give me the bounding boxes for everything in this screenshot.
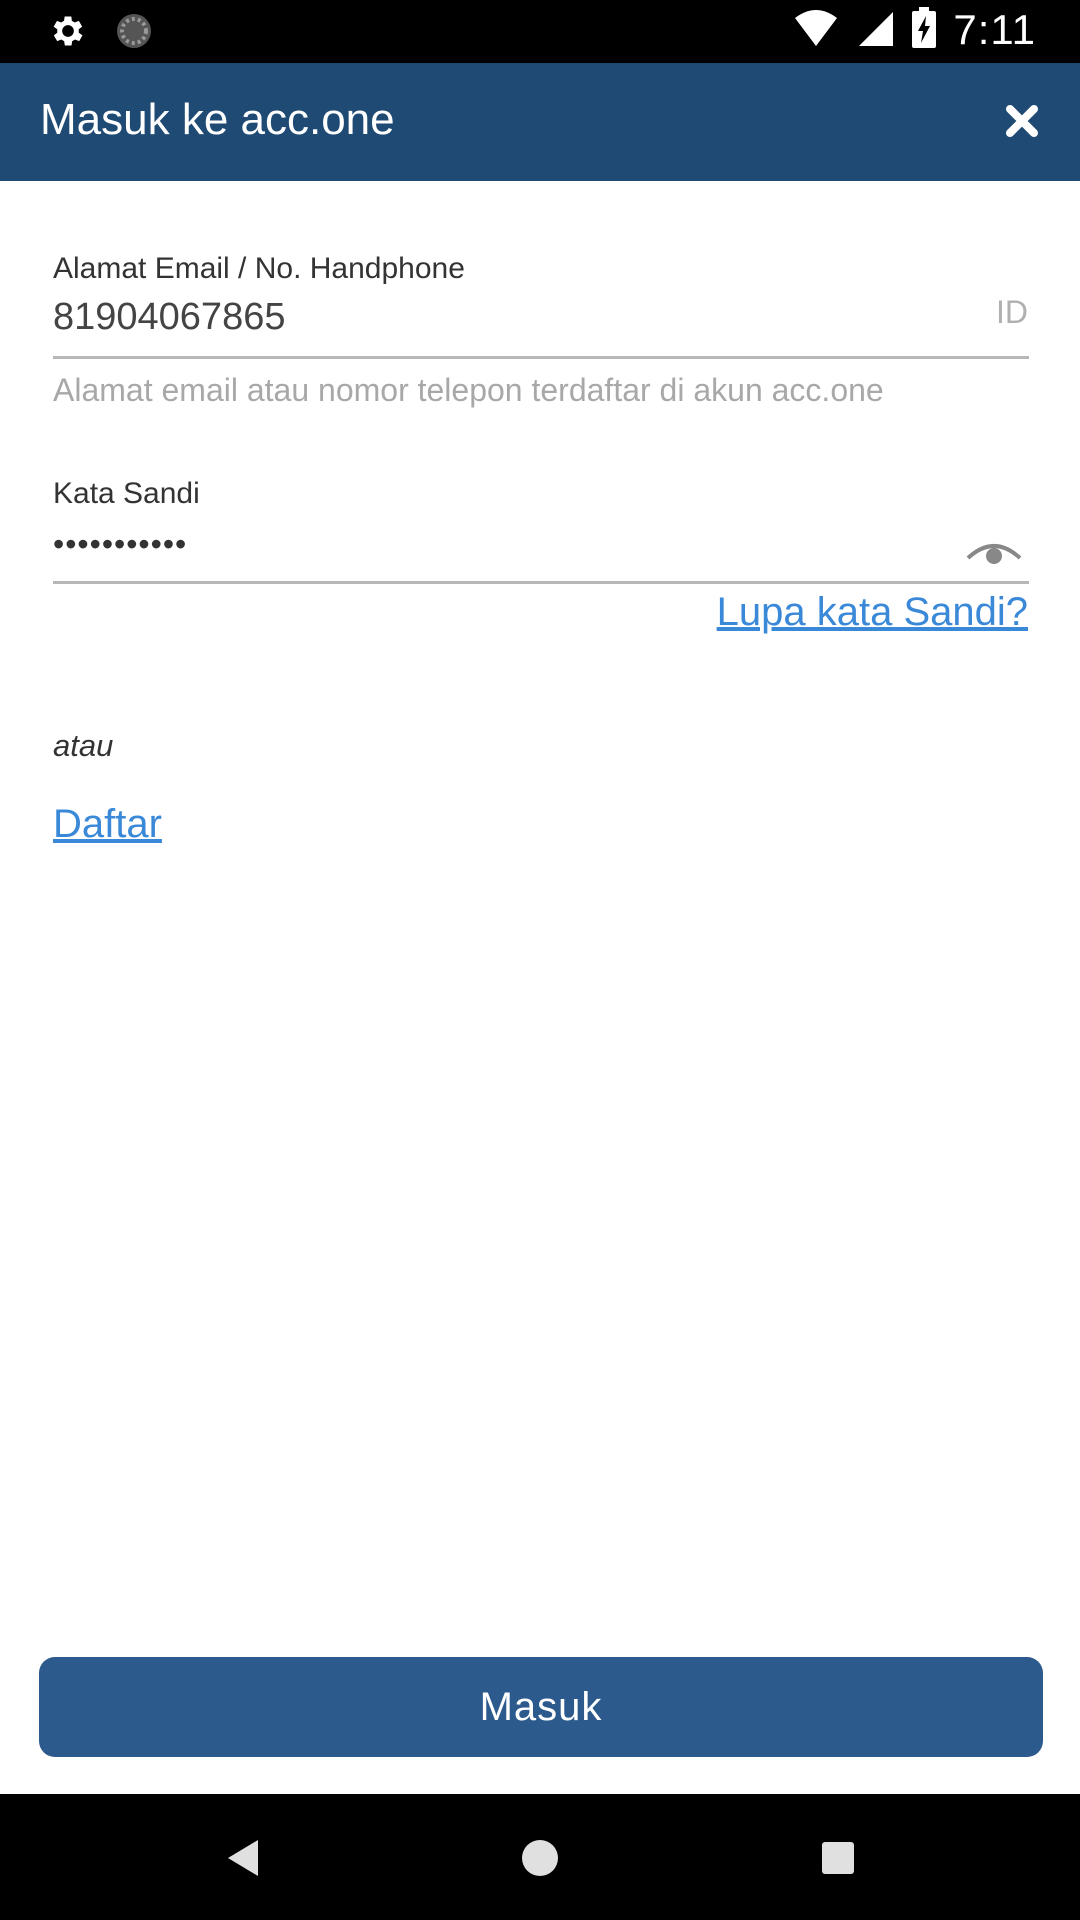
app-bar: Masuk ke acc.one	[0, 63, 1080, 181]
recents-button[interactable]	[812, 1832, 864, 1884]
register-link[interactable]: Daftar	[53, 802, 162, 847]
close-button[interactable]	[994, 93, 1050, 149]
home-button[interactable]	[514, 1832, 566, 1884]
login-button[interactable]: Masuk	[39, 1657, 1043, 1757]
home-icon	[522, 1840, 558, 1876]
battery-charging-icon	[911, 6, 937, 54]
or-text: atau	[53, 728, 114, 763]
close-icon	[1006, 105, 1038, 137]
signal-icon	[855, 8, 895, 53]
eye-icon[interactable]	[964, 534, 1024, 568]
email-field-label: Alamat Email / No. Handphone	[53, 252, 465, 285]
password-field-label: Kata Sandi	[53, 477, 200, 510]
country-code: ID	[996, 294, 1028, 330]
password-field-underline	[53, 581, 1029, 584]
status-bar: 7:11	[0, 0, 1080, 63]
sync-icon	[114, 11, 154, 56]
gear-icon	[48, 11, 88, 56]
page-title: Masuk ke acc.one	[40, 95, 395, 144]
back-button[interactable]	[216, 1832, 268, 1884]
nav-bar	[0, 1794, 1080, 1920]
forgot-password-link[interactable]: Lupa kata Sandi?	[717, 590, 1028, 635]
email-field-underline	[53, 356, 1029, 359]
back-icon	[228, 1840, 258, 1876]
wifi-icon	[793, 8, 839, 53]
email-field[interactable]: 81904067865	[53, 296, 285, 339]
email-helper-text: Alamat email atau nomor telepon terdafta…	[53, 372, 884, 408]
password-field[interactable]: •••••••••••	[53, 526, 187, 563]
recents-icon	[822, 1842, 854, 1874]
status-time: 7:11	[953, 6, 1036, 53]
